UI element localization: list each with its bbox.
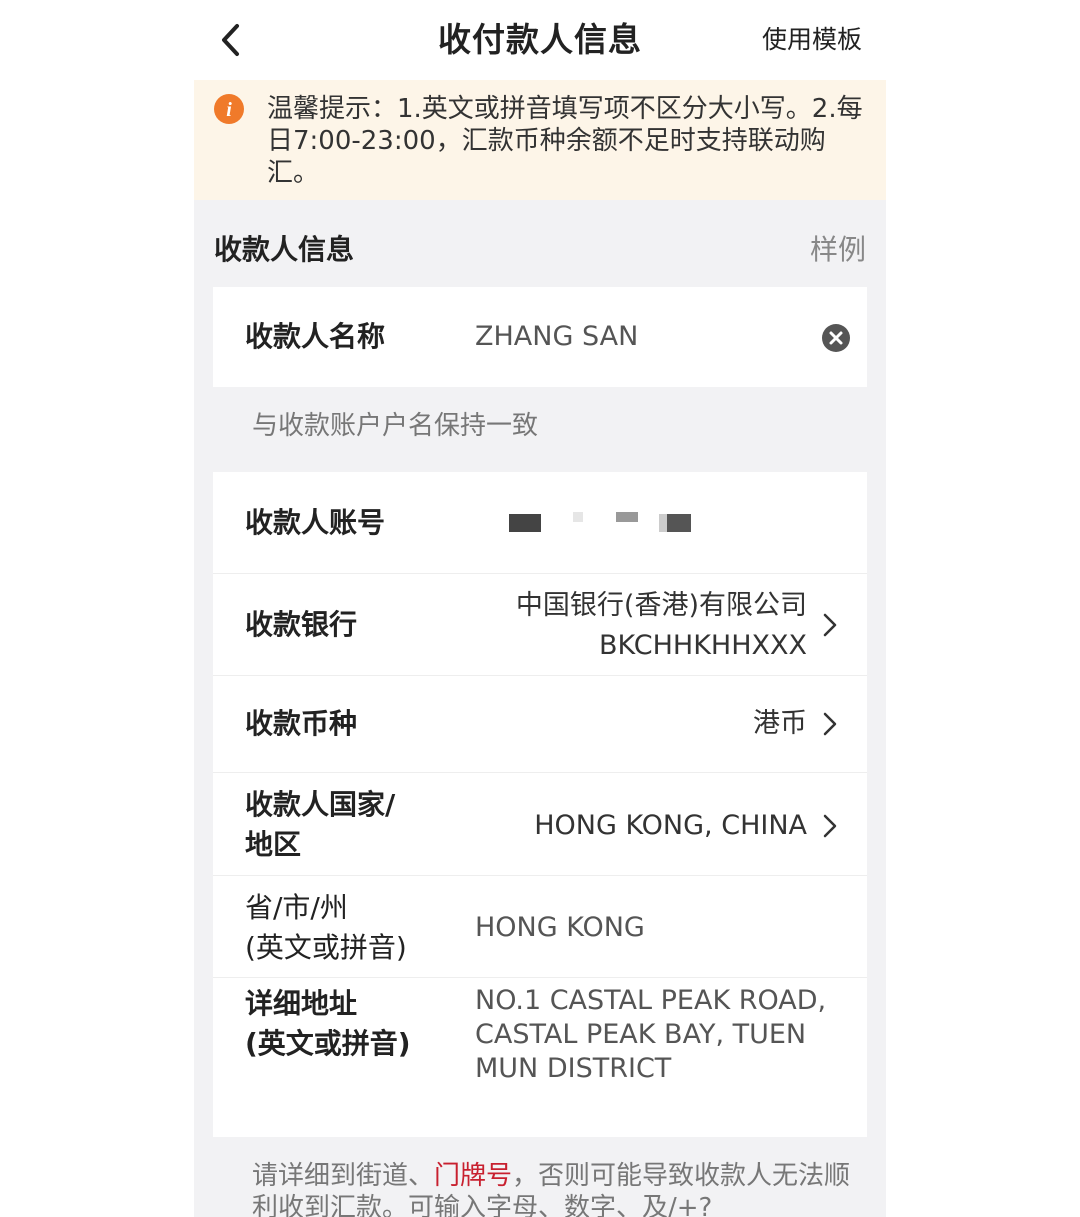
section-title: 收款人信息 <box>214 233 355 266</box>
address-label-line2: (英文或拼音) <box>245 1027 411 1060</box>
address-row[interactable]: 详细地址 (英文或拼音) NO.1 CASTAL PEAK ROAD, CAST… <box>213 977 867 1137</box>
currency-value: 港币 <box>753 708 807 739</box>
address-line-2: CASTAL PEAK BAY, TUEN <box>475 1019 807 1050</box>
address-hint-highlight: 门牌号 <box>434 1161 513 1191</box>
chevron-right-icon <box>823 613 837 637</box>
info-icon: i <box>214 94 244 124</box>
province-label-line1: 省/市/州 <box>245 891 348 924</box>
province-row[interactable]: 省/市/州 (英文或拼音) HONG KONG <box>213 875 867 977</box>
address-label-line1: 详细地址 <box>245 987 358 1020</box>
notice-banner: i 温馨提示：1.英文或拼音填写项不区分大小写。2.每日7:00-23:00，汇… <box>194 80 886 200</box>
country-label-line2: 地区 <box>245 828 302 861</box>
currency-row[interactable]: 收款币种 港币 <box>213 675 867 772</box>
payee-name-label: 收款人名称 <box>245 320 386 353</box>
account-label: 收款人账号 <box>245 506 386 539</box>
use-template-button[interactable]: 使用模板 <box>762 22 862 58</box>
bank-label: 收款银行 <box>245 608 358 641</box>
phone-screen: 收付款人信息 使用模板 i 温馨提示：1.英文或拼音填写项不区分大小写。2.每日… <box>194 0 886 1217</box>
currency-label: 收款币种 <box>245 707 358 740</box>
address-hint-part1: 请详细到街道、 <box>252 1161 435 1191</box>
nav-bar: 收付款人信息 使用模板 <box>194 0 886 80</box>
bank-row[interactable]: 收款银行 中国银行(香港)有限公司 BKCHHKHHXXX <box>213 573 867 675</box>
svg-text:i: i <box>226 99 232 121</box>
country-row[interactable]: 收款人国家/ 地区 HONG KONG, CHINA <box>213 772 867 875</box>
payee-name-card: 收款人名称 ZHANG SAN <box>213 287 867 387</box>
notice-text: 温馨提示：1.英文或拼音填写项不区分大小写。2.每日7:00-23:00，汇款币… <box>267 94 863 188</box>
province-label-line2: (英文或拼音) <box>245 931 407 964</box>
clear-icon[interactable] <box>821 323 851 353</box>
example-link[interactable]: 样例 <box>810 230 866 270</box>
address-hint: 请详细到街道、门牌号，否则可能导致收款人无法顺利收到汇款。可输入字母、数字、及/… <box>252 1160 852 1217</box>
chevron-right-icon <box>823 712 837 736</box>
chevron-right-icon <box>823 814 837 838</box>
province-input[interactable]: HONG KONG <box>475 908 645 948</box>
payee-details-card: 收款人账号 收款银行 中国银行(香港)有限公司 BKCHHKHHXXX 收款币种… <box>213 472 867 1137</box>
address-line-3: MUN DISTRICT <box>475 1053 672 1084</box>
bank-name: 中国银行(香港)有限公司 <box>515 590 807 621</box>
payee-name-hint: 与收款账户户名保持一致 <box>252 411 539 441</box>
section-header: 收款人信息 样例 <box>194 220 886 280</box>
account-row[interactable]: 收款人账号 <box>213 472 867 573</box>
address-line-1: NO.1 CASTAL PEAK ROAD, <box>475 985 827 1016</box>
bank-swift: BKCHHKHHXXX <box>598 630 807 661</box>
country-label-line1: 收款人国家/ <box>245 788 396 821</box>
country-value: HONG KONG, CHINA <box>534 810 807 841</box>
payee-name-input[interactable]: ZHANG SAN <box>475 317 638 357</box>
